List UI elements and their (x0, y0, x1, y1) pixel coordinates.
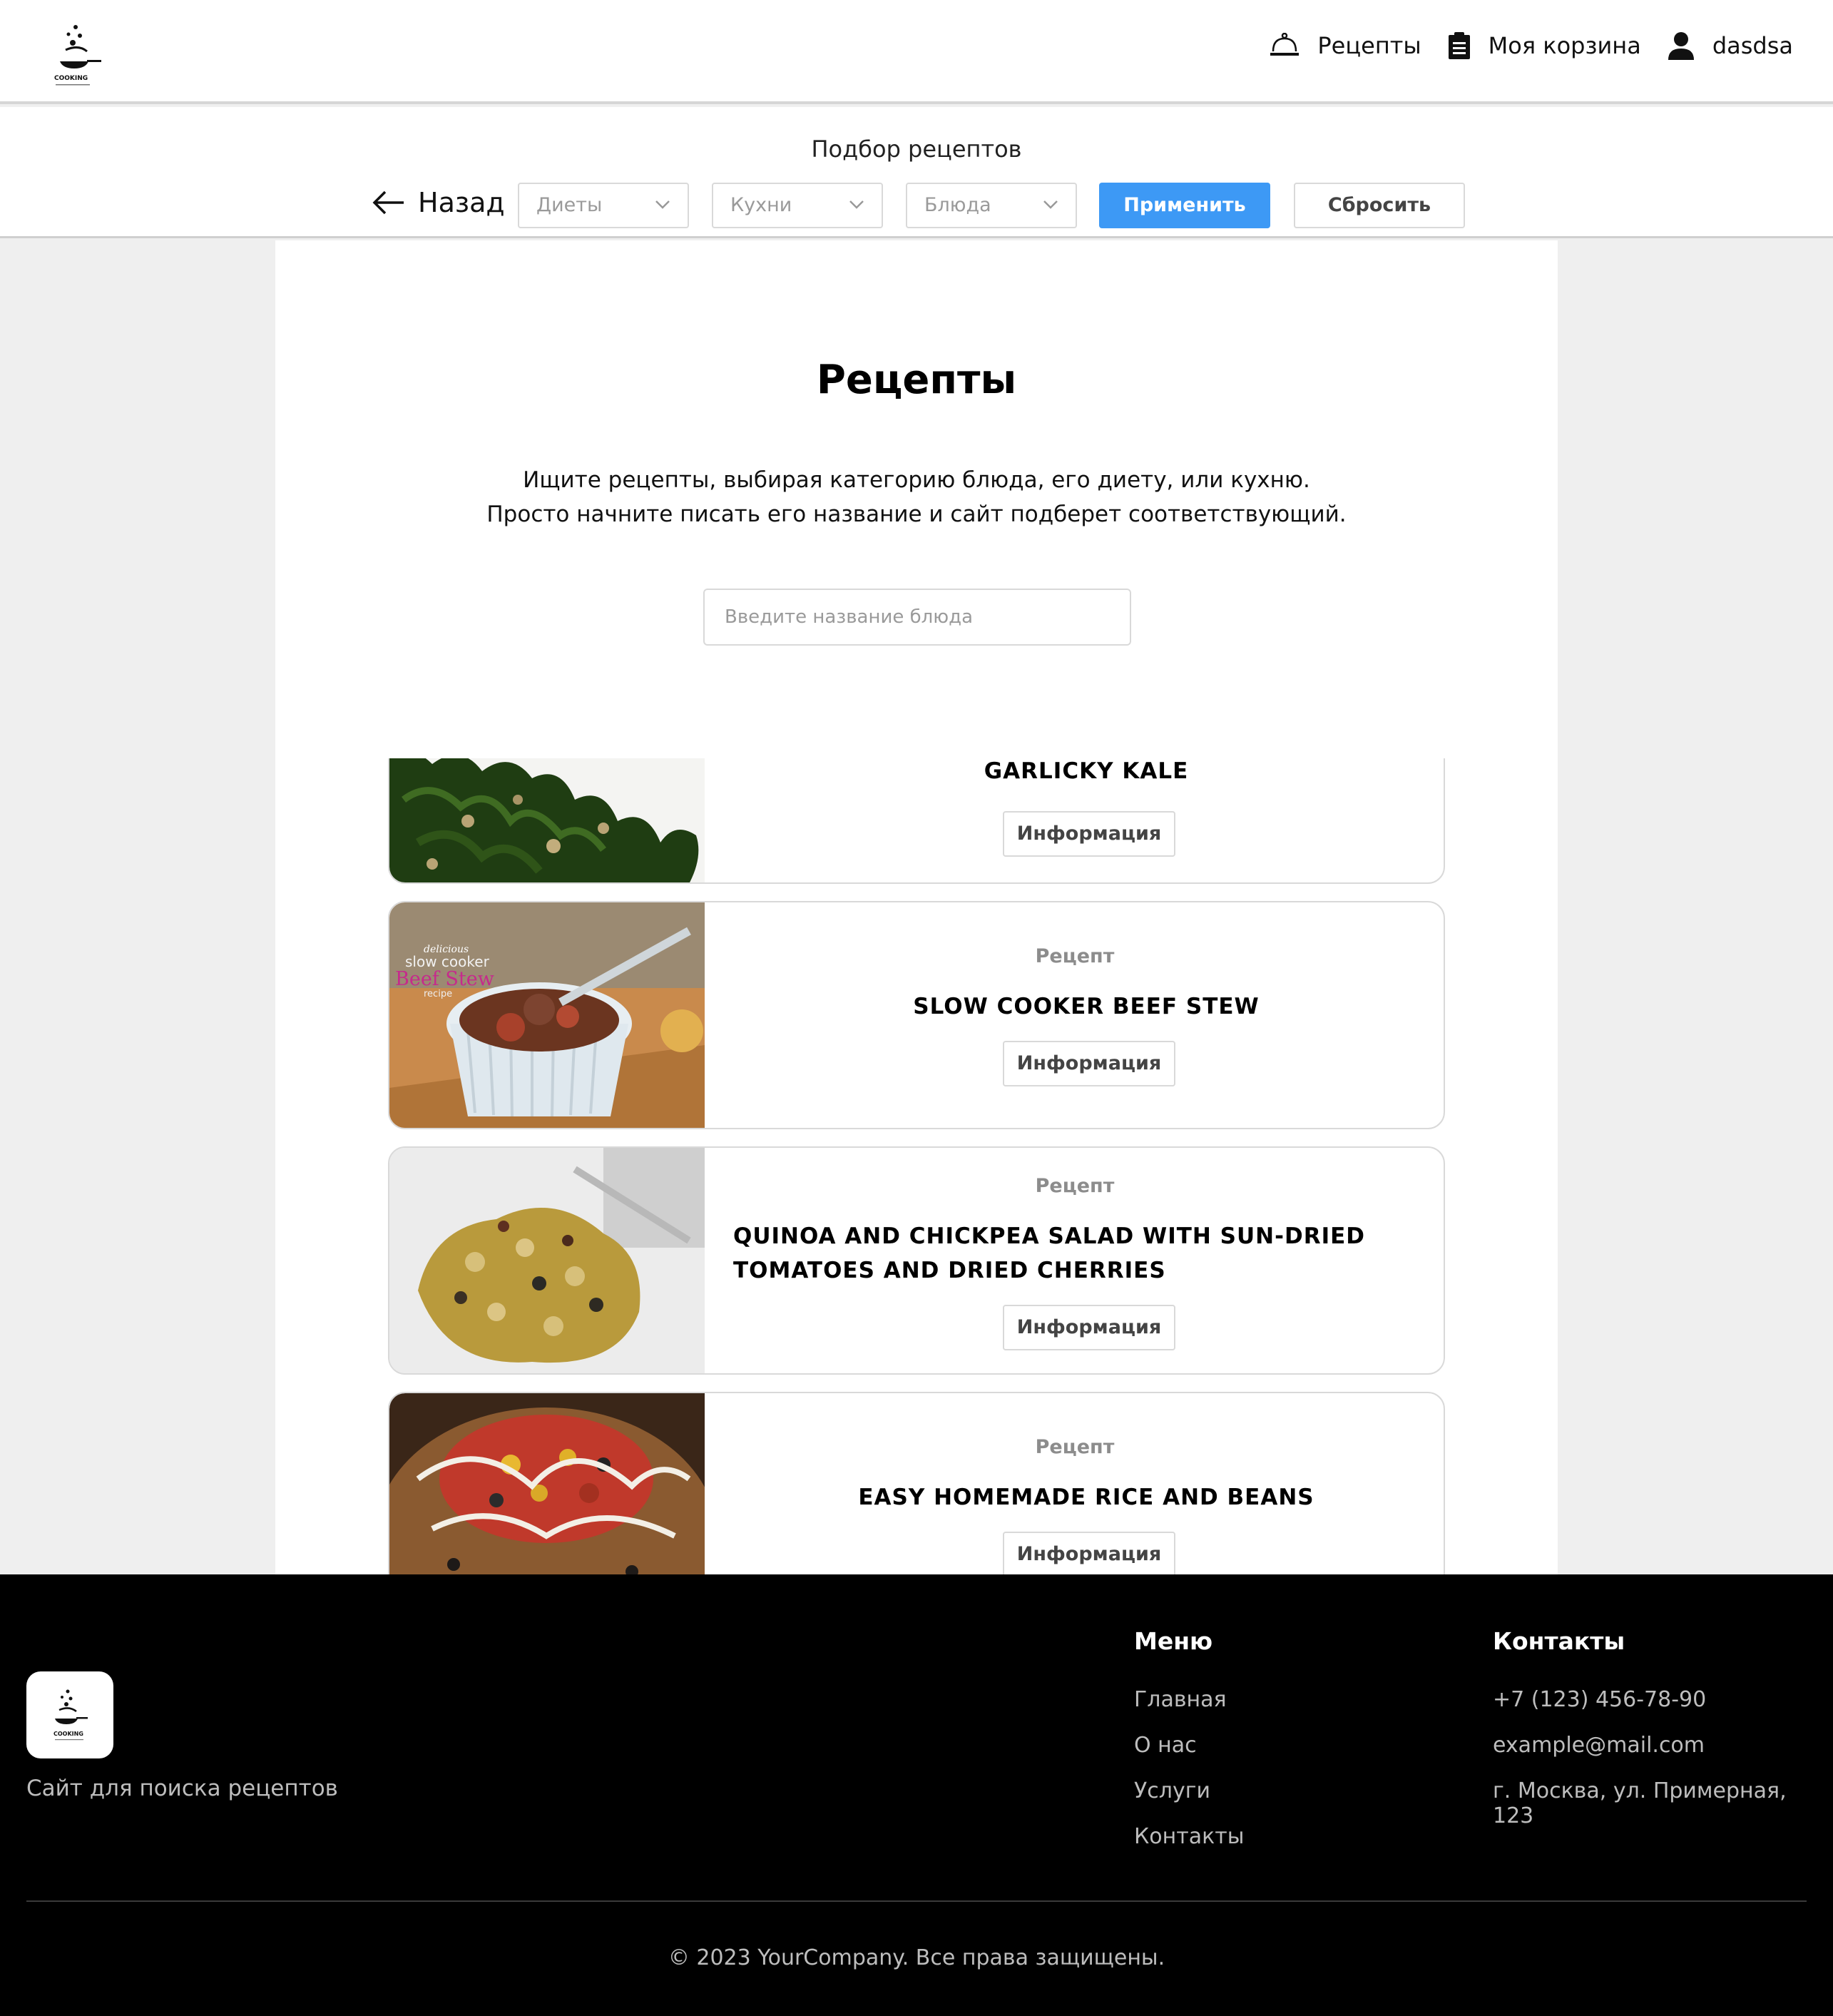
nav-user[interactable]: dasdsa (1667, 31, 1793, 60)
recipe-label: Рецепт (1035, 945, 1115, 967)
page-description: Ищите рецепты, выбирая категорию блюда, … (275, 463, 1558, 531)
chef-pan-logo-icon: COOKING (54, 25, 101, 86)
svg-text:recipe: recipe (424, 989, 452, 999)
recipe-info-button[interactable]: Информация (1003, 811, 1175, 857)
recipe-card: Рецепт EASY HOMEMADE RICE AND BEANS Инфо… (388, 1392, 1445, 1574)
footer-logo[interactable]: COOKING (26, 1671, 113, 1758)
clipboard-icon (1448, 32, 1470, 59)
svg-text:Beef Stew: Beef Stew (395, 968, 494, 990)
apply-button[interactable]: Применить (1099, 183, 1270, 228)
recipe-title: GARLICKY KALE (984, 758, 1189, 784)
description-line-1: Ищите рецепты, выбирая категорию блюда, … (523, 467, 1310, 493)
rice-beans-photo-image (389, 1393, 705, 1574)
dishes-select-value: Блюда (924, 194, 991, 216)
cuisines-select-value: Кухни (730, 194, 792, 216)
recipes-section: Рецепты Ищите рецепты, выбирая категорию… (275, 240, 1558, 1574)
diets-select-value: Диеты (536, 194, 603, 216)
footer-address: г. Москва, ул. Примерная, 123 (1493, 1778, 1787, 1828)
recipe-info-button[interactable]: Информация (1003, 1532, 1175, 1574)
dishes-select[interactable]: Блюда (906, 183, 1077, 228)
quinoa-salad-photo-image (389, 1148, 705, 1373)
filter-bar: Подбор рецептов Назад Диеты Кухни Блюда … (0, 107, 1833, 238)
recipe-label: Рецепт (1035, 1175, 1115, 1197)
recipe-list[interactable]: GARLICKY KALE Информация delicious slow … (388, 758, 1445, 1574)
nav-cart-label: Моя корзина (1488, 32, 1641, 59)
svg-text:COOKING: COOKING (53, 1731, 83, 1737)
arrow-left-icon (372, 190, 404, 215)
nav-recipes-label: Рецепты (1317, 32, 1421, 59)
cuisines-select[interactable]: Кухни (712, 183, 883, 228)
recipe-card: delicious slow cooker Beef Stew recipe Р… (388, 901, 1445, 1129)
main-nav: Рецепты Моя корзина dasdsa (1243, 31, 1793, 60)
recipe-body: Рецепт SLOW COOKER BEEF STEW Информация (705, 902, 1444, 1128)
chef-pan-logo-icon: COOKING (53, 1689, 88, 1741)
footer-phone[interactable]: +7 (123) 456-78-90 (1493, 1687, 1706, 1712)
footer-link-home[interactable]: Главная (1134, 1687, 1227, 1712)
recipe-image: delicious slow cooker Beef Stew recipe (389, 902, 705, 1128)
footer-contacts-title: Контакты (1493, 1627, 1625, 1655)
footer-copyright: © 2023 YourCompany. Все права защищены. (668, 1945, 1165, 1970)
nav-user-label: dasdsa (1712, 32, 1793, 59)
footer-tagline: Сайт для поиска рецептов (26, 1776, 338, 1801)
site-logo[interactable]: COOKING (51, 19, 106, 88)
recipe-card: Рецепт QUINOA AND CHICKPEA SALAD WITH SU… (388, 1146, 1445, 1375)
description-line-2: Просто начните писать его название и сай… (486, 502, 1347, 527)
svg-text:COOKING: COOKING (54, 75, 88, 82)
footer-link-about[interactable]: О нас (1134, 1733, 1197, 1758)
footer-link-contacts[interactable]: Контакты (1134, 1824, 1244, 1849)
chevron-down-icon (655, 200, 670, 209)
back-button[interactable]: Назад (372, 187, 505, 218)
site-footer: COOKING Сайт для поиска рецептов Меню Гл… (0, 1574, 1833, 2016)
recipe-body: Рецепт EASY HOMEMADE RICE AND BEANS Инфо… (705, 1393, 1444, 1574)
diets-select[interactable]: Диеты (518, 183, 689, 228)
filter-title: Подбор рецептов (811, 136, 1022, 163)
recipe-body: Рецепт QUINOA AND CHICKPEA SALAD WITH SU… (705, 1148, 1444, 1373)
chevron-down-icon (849, 200, 864, 209)
recipe-title: EASY HOMEMADE RICE AND BEANS (858, 1485, 1314, 1510)
page-title: Рецепты (816, 357, 1017, 403)
chevron-down-icon (1043, 200, 1058, 209)
kale-photo-image (389, 758, 705, 882)
site-header: COOKING Рецепты Моя корзина dasdsa (0, 0, 1833, 104)
recipe-info-button[interactable]: Информация (1003, 1305, 1175, 1350)
recipe-image (389, 1393, 705, 1574)
footer-divider (26, 1900, 1807, 1902)
recipe-card: GARLICKY KALE Информация (388, 758, 1445, 884)
recipe-label: Рецепт (1035, 1436, 1115, 1458)
footer-email[interactable]: example@mail.com (1493, 1733, 1705, 1758)
recipe-title: QUINOA AND CHICKPEA SALAD WITH SUN-DRIED… (733, 1223, 1366, 1283)
nav-cart[interactable]: Моя корзина (1447, 31, 1641, 60)
beef-stew-photo-image: delicious slow cooker Beef Stew recipe (389, 902, 705, 1128)
reset-button[interactable]: Сбросить (1294, 183, 1465, 228)
footer-menu-title: Меню (1134, 1627, 1213, 1655)
back-label: Назад (418, 187, 505, 218)
recipe-image (389, 758, 705, 882)
search-input[interactable] (703, 589, 1131, 646)
nav-recipes[interactable]: Рецепты (1269, 32, 1421, 59)
footer-link-services[interactable]: Услуги (1134, 1778, 1210, 1803)
service-bell-icon (1270, 33, 1300, 56)
recipe-body: GARLICKY KALE Информация (705, 758, 1444, 882)
recipe-title: SLOW COOKER BEEF STEW (913, 994, 1260, 1019)
recipe-info-button[interactable]: Информация (1003, 1041, 1175, 1086)
user-icon (1668, 32, 1694, 60)
recipe-image (389, 1148, 705, 1373)
